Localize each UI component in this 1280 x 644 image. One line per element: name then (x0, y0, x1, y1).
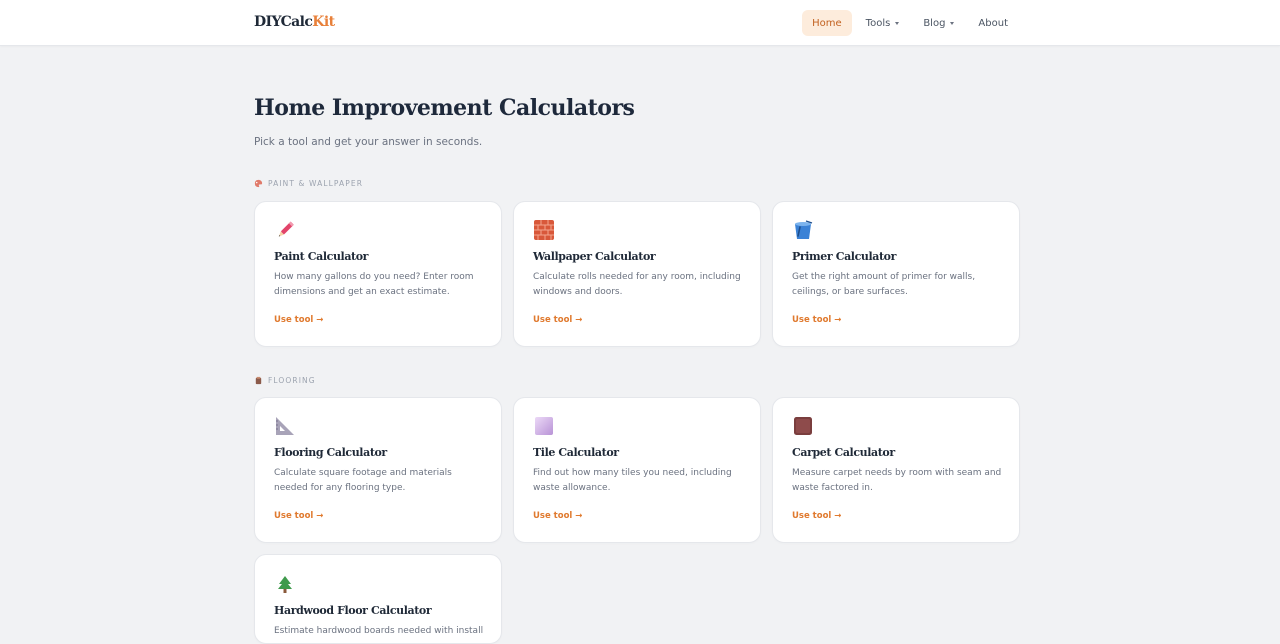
card-title: Wallpaper Calculator (533, 250, 656, 263)
page-subtitle: Pick a tool and get your answer in secon… (254, 136, 483, 148)
card-title: Hardwood Floor Calculator (274, 604, 432, 617)
page-title: Home Improvement Calculators (254, 95, 635, 121)
chevron-down-icon (950, 22, 955, 25)
use-tool-link[interactable]: Use tool → (274, 511, 323, 521)
card-description: Calculate rolls needed for any room, inc… (533, 272, 741, 297)
card-flooring-calculator[interactable]: Flooring Calculator Calculate square foo… (254, 397, 502, 543)
card-description: How many gallons do you need? Enter room… (274, 272, 474, 297)
nav-home-label: Home (812, 17, 842, 29)
card-title: Tile Calculator (533, 446, 619, 459)
card-tile-calculator[interactable]: Tile Calculator Find out how many tiles … (513, 397, 761, 543)
nav-blog-label: Blog (923, 17, 946, 29)
nav-about[interactable]: About (968, 10, 1018, 36)
use-tool-link[interactable]: Use tool → (792, 511, 841, 521)
section-label-text: FLOORING (268, 376, 316, 385)
card-description: Find out how many tiles you need, includ… (533, 468, 732, 493)
logo-main-text: DIYCalc (254, 14, 313, 30)
card-carpet-calculator[interactable]: Carpet Calculator Measure carpet needs b… (772, 397, 1020, 543)
card-title: Flooring Calculator (274, 446, 387, 459)
card-paint-calculator[interactable]: Paint Calculator How many gallons do you… (254, 201, 502, 347)
main-nav: Home Tools Blog About (802, 10, 1018, 36)
use-tool-link[interactable]: Use tool → (533, 511, 582, 521)
chevron-down-icon (895, 22, 900, 25)
card-description: Calculate square footage and materials n… (274, 468, 452, 493)
card-description: Measure carpet needs by room with seam a… (792, 468, 1002, 493)
nav-tools[interactable]: Tools (856, 10, 910, 36)
set-square-icon (276, 417, 294, 435)
tree-icon (278, 576, 292, 593)
carpet-icon (794, 417, 812, 435)
card-primer-calculator[interactable]: Primer Calculator Get the right amount o… (772, 201, 1020, 347)
section-label-flooring: FLOORING (254, 376, 316, 385)
site-logo[interactable]: DIYCalcKit (254, 14, 335, 30)
card-title: Paint Calculator (274, 250, 369, 263)
nav-tools-label: Tools (865, 17, 891, 29)
tile-icon (535, 417, 553, 435)
use-tool-link[interactable]: Use tool → (274, 315, 323, 325)
use-tool-link[interactable]: Use tool → (792, 315, 841, 325)
pencil-icon (278, 221, 294, 237)
nav-home[interactable]: Home (802, 10, 852, 36)
card-title: Carpet Calculator (792, 446, 895, 459)
section-label-paint-wallpaper: PAINT & WALLPAPER (254, 179, 363, 188)
paint-bucket-icon (795, 220, 813, 239)
top-navbar: DIYCalcKit Home Tools Blog About (0, 0, 1280, 46)
card-wallpaper-calculator[interactable]: Wallpaper Calculator Calculate rolls nee… (513, 201, 761, 347)
card-title: Primer Calculator (792, 250, 896, 263)
flooring-icon (255, 376, 262, 385)
brick-icon (534, 220, 554, 240)
card-hardwood-floor-calculator[interactable]: Hardwood Floor Calculator Estimate hardw… (254, 554, 502, 644)
nav-blog[interactable]: Blog (913, 10, 964, 36)
card-description: Get the right amount of primer for walls… (792, 272, 976, 297)
use-tool-link[interactable]: Use tool → (533, 315, 582, 325)
logo-accent-text: Kit (312, 14, 335, 30)
paint-palette-icon (254, 179, 263, 188)
card-description: Estimate hardwood boards needed with ins… (274, 626, 484, 636)
nav-about-label: About (978, 17, 1008, 29)
section-label-text: PAINT & WALLPAPER (268, 179, 364, 188)
